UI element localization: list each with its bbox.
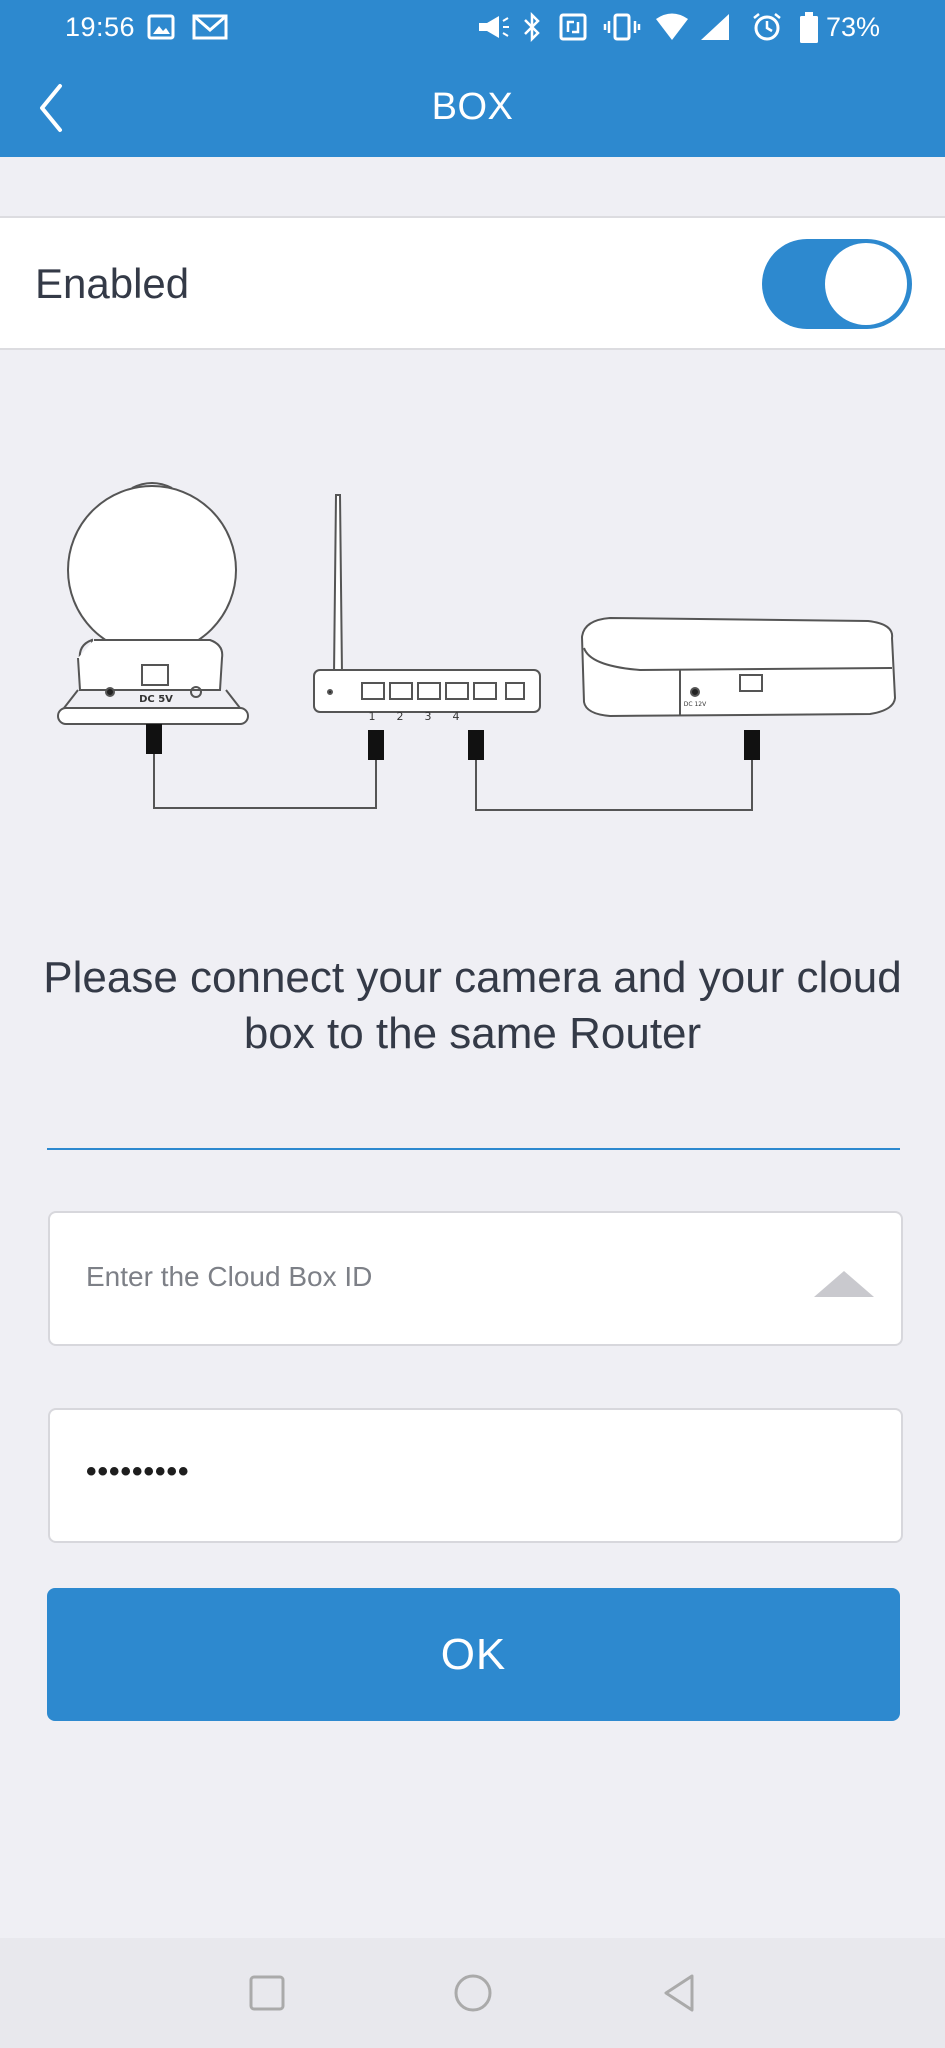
cloud-box-id-field[interactable]: Enter the Cloud Box ID: [48, 1211, 903, 1346]
nfc-icon: [559, 13, 587, 41]
cloud-box-id-placeholder: Enter the Cloud Box ID: [86, 1261, 373, 1292]
enabled-label: Enabled: [35, 260, 190, 307]
status-bar: 19:56 73%: [0, 0, 945, 58]
battery-percent: 73%: [826, 12, 881, 42]
ok-button[interactable]: OK: [47, 1588, 900, 1721]
camera-illustration: [57, 482, 249, 725]
bluetooth-icon: [524, 12, 540, 42]
divider: [47, 1148, 900, 1150]
camera-port-label: DC 5V: [139, 694, 173, 705]
router-port-4: 4: [453, 710, 460, 723]
router-port-1: 1: [369, 710, 376, 723]
app-header: 19:56 73% BOX: [0, 0, 945, 157]
title-bar: BOX: [0, 58, 945, 157]
connection-diagram: 1 2 3 4 DC 5V DC 12V: [57, 482, 897, 811]
signal-icon: [701, 14, 729, 40]
wifi-icon: [656, 13, 688, 40]
instruction-text: Please connect your camera and your clou…: [43, 953, 902, 1058]
triangle-up-icon[interactable]: [814, 1269, 874, 1299]
cloud-box-illustration: [580, 616, 897, 718]
password-field[interactable]: •••••••••: [48, 1408, 903, 1543]
router-port-3: 3: [425, 710, 432, 723]
enabled-toggle[interactable]: [762, 239, 912, 329]
toggle-knob: [825, 243, 907, 325]
enabled-row: Enabled: [0, 216, 945, 350]
alarm-icon: [753, 13, 781, 41]
status-time: 19:56: [65, 12, 136, 42]
router-port-2: 2: [397, 710, 404, 723]
megaphone-icon: [479, 16, 509, 38]
box-port-label: DC 12V: [684, 701, 707, 708]
home-icon[interactable]: [448, 1968, 498, 2018]
router-illustration: [313, 494, 541, 713]
page-title: BOX: [431, 86, 514, 128]
battery-icon: [800, 12, 818, 43]
recent-apps-icon[interactable]: [242, 1968, 292, 2018]
back-icon[interactable]: [654, 1968, 704, 2018]
password-value: •••••••••: [86, 1455, 190, 1488]
system-nav-bar: [0, 1938, 945, 2048]
vibrate-icon: [603, 13, 641, 41]
gallery-icon: [147, 14, 175, 40]
gmail-icon: [192, 14, 228, 40]
